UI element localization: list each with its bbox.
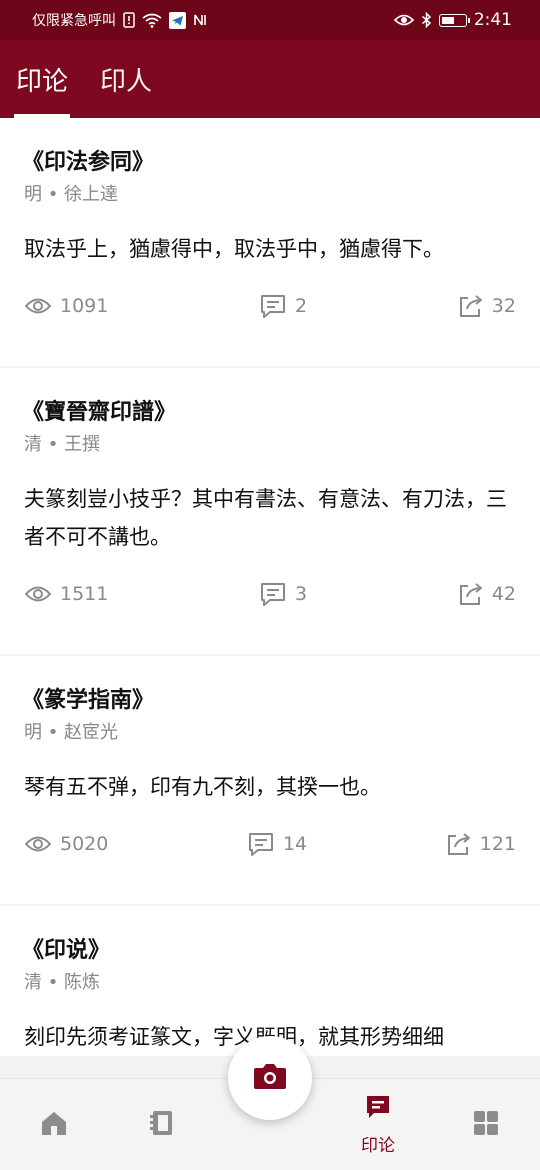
tab-yinren[interactable]: 印人	[100, 40, 152, 118]
nav-book[interactable]	[122, 1079, 202, 1170]
tab-yinlun[interactable]: 印论	[13, 40, 71, 118]
post-stats: 5020 14 121	[24, 826, 516, 862]
post-quote: 取法乎上，猶慮得中，取法乎中，猶慮得下。	[24, 237, 444, 261]
comment-button[interactable]: 2	[259, 293, 307, 319]
camera-button[interactable]	[228, 1036, 312, 1120]
telegram-icon	[169, 11, 186, 29]
post-quote: 夫篆刻豈小技乎？其中有書法、有意法、有刀法，三者不可不講也。	[24, 487, 507, 549]
comment-icon	[259, 293, 287, 319]
eye-icon	[24, 296, 52, 316]
eye-icon	[24, 584, 52, 604]
grid-icon	[473, 1110, 499, 1140]
post-author: 明 • 赵宧光	[24, 722, 119, 743]
carrier-text: 仅限紧急呼叫	[32, 13, 116, 29]
post-card[interactable]: 《寶晉齋印譜》 清 • 王撰 夫篆刻豈小技乎？其中有書法、有意法、有刀法，三者不…	[0, 368, 540, 654]
post-author: 清 • 王撰	[24, 434, 101, 455]
eye-icon	[24, 834, 52, 854]
share-button[interactable]: 42	[458, 582, 516, 606]
wifi-icon	[142, 13, 162, 28]
share-icon	[458, 294, 484, 318]
share-button[interactable]: 32	[458, 294, 516, 318]
comment-icon	[247, 831, 275, 857]
battery-icon	[438, 13, 470, 27]
post-stats: 1511 3 42	[24, 576, 516, 612]
share-icon	[458, 582, 484, 606]
comment-icon	[259, 581, 287, 607]
nav-yinlun[interactable]: 印论	[338, 1079, 418, 1170]
post-card[interactable]: 《印法参同》 明 • 徐上達 取法乎上，猶慮得中，取法乎中，猶慮得下。 1091…	[0, 118, 540, 366]
post-title: 《印法参同》	[22, 150, 155, 175]
book-icon	[150, 1109, 174, 1141]
nfc-icon	[193, 12, 207, 28]
post-title: 《寶晉齋印譜》	[22, 400, 177, 425]
view-count: 5020	[24, 833, 108, 855]
sim-alert-icon	[123, 12, 135, 28]
eye-comfort-icon	[393, 13, 414, 27]
view-count: 1091	[24, 295, 108, 317]
post-quote: 琴有五不弹，印有九不刻，其揆一也。	[24, 775, 381, 799]
post-card[interactable]: 《印说》 清 • 陈炼 刻印先须考证篆文，字义既明，就其形势细细	[0, 906, 540, 1056]
post-author: 清 • 陈炼	[24, 972, 101, 993]
nav-home[interactable]	[14, 1079, 94, 1170]
status-time: 2:41	[473, 10, 512, 30]
post-title: 《篆学指南》	[22, 688, 155, 713]
post-card[interactable]: 《篆学指南》 明 • 赵宧光 琴有五不弹，印有九不刻，其揆一也。 5020 14	[0, 656, 540, 904]
camera-icon	[252, 1061, 288, 1095]
post-feed: 《印法参同》 明 • 徐上達 取法乎上，猶慮得中，取法乎中，猶慮得下。 1091…	[0, 118, 540, 1058]
post-title: 《印说》	[22, 938, 111, 963]
nav-grid[interactable]	[446, 1079, 526, 1170]
app-header: 印论 印人	[0, 40, 540, 118]
post-author: 明 • 徐上達	[24, 184, 119, 205]
chat-icon	[364, 1093, 392, 1125]
view-count: 1511	[24, 583, 108, 605]
bluetooth-icon	[421, 12, 432, 28]
comment-button[interactable]: 14	[247, 831, 307, 857]
share-button[interactable]: 121	[446, 832, 516, 856]
status-bar: 仅限紧急呼叫 2:41	[0, 0, 540, 40]
share-icon	[446, 832, 472, 856]
home-icon	[40, 1110, 68, 1140]
post-stats: 1091 2 32	[24, 288, 516, 324]
comment-button[interactable]: 3	[259, 581, 307, 607]
nav-yinlun-label: 印论	[361, 1136, 395, 1156]
